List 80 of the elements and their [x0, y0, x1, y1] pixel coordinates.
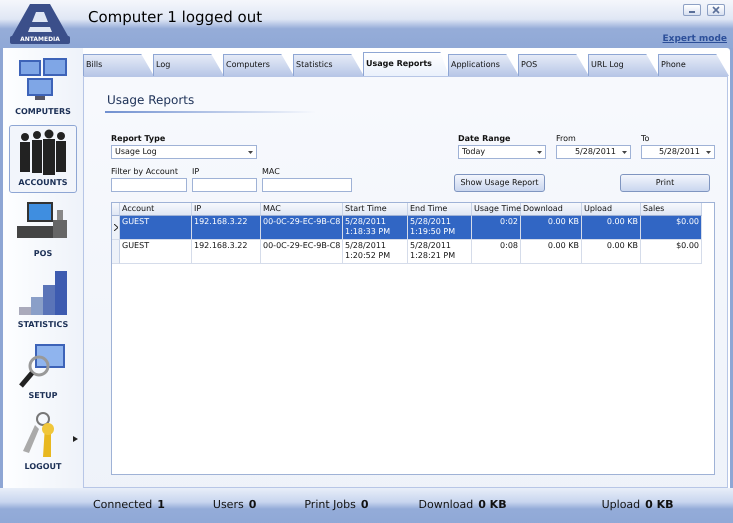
tab[interactable]: Computers: [223, 54, 294, 76]
field-label: Report Type: [111, 133, 166, 145]
table-cell: 0.00 KB: [582, 240, 641, 264]
window-title: Computer 1 logged out: [88, 7, 262, 28]
status-value: 1: [157, 497, 165, 514]
to-dropdown[interactable]: 5/28/2011: [641, 145, 715, 159]
mac-filter-field[interactable]: [262, 178, 352, 192]
from-dropdown[interactable]: 5/28/2011: [556, 145, 631, 159]
table-cell: 0.00 KB: [521, 240, 582, 264]
table-cell: 5/28/2011 1:28:21 PM: [408, 240, 472, 264]
show-usage-report-button[interactable]: Show Usage Report: [454, 174, 545, 192]
table-cell: $0.00: [641, 216, 702, 240]
print-button[interactable]: Print: [620, 174, 710, 192]
field-label: Filter by Account: [111, 166, 180, 178]
table-cell: GUEST: [120, 240, 192, 264]
table-cell: 5/28/2011 1:18:33 PM: [343, 216, 408, 240]
account-filter-field[interactable]: [111, 178, 187, 192]
minimize-button[interactable]: [683, 4, 701, 16]
table-cell: $0.00: [641, 240, 702, 264]
table-cell: 5/28/2011 1:19:50 PM: [408, 216, 472, 240]
tab[interactable]: Phone: [658, 54, 729, 76]
tab[interactable]: URL Log: [588, 54, 659, 76]
status-value: 0: [248, 497, 256, 514]
field-label: Date Range: [458, 133, 512, 145]
column-header: Download: [521, 203, 582, 216]
caret-icon: [537, 150, 542, 154]
page-title: Usage Reports: [105, 91, 315, 113]
tab[interactable]: Log: [153, 54, 224, 76]
corner-header: [112, 203, 120, 216]
sidebar-item[interactable]: COMPUTERS: [9, 54, 77, 122]
table-cell: 00-0C-29-EC-9B-C8: [261, 216, 343, 240]
sidebar-item[interactable]: POS: [9, 196, 77, 264]
column-header: Usage Time: [472, 203, 521, 216]
close-button[interactable]: [707, 4, 725, 16]
column-header: End Time: [408, 203, 472, 216]
field-label: MAC: [262, 166, 281, 178]
arrow-icon: [73, 436, 78, 442]
field-label: IP: [192, 166, 200, 178]
status-value: 0: [360, 497, 369, 514]
ip-filter-field[interactable]: [192, 178, 257, 192]
tab[interactable]: Bills: [83, 54, 154, 76]
row-header[interactable]: [112, 216, 120, 240]
caret-icon: [248, 150, 253, 154]
table-cell: 00-0C-29-EC-9B-C8: [261, 240, 343, 264]
table-cell: 0.00 KB: [582, 216, 641, 240]
status-label: Print Jobs: [304, 497, 356, 514]
tab[interactable]: Applications: [448, 54, 519, 76]
sidebar-item[interactable]: ACCOUNTS: [9, 125, 77, 193]
status-value: 0 KB: [478, 497, 507, 514]
date-range-dropdown[interactable]: Today: [458, 145, 546, 159]
caret-icon: [706, 150, 711, 154]
column-header: IP: [192, 203, 261, 216]
table-cell: 0:02: [472, 216, 521, 240]
status-label: Connected: [93, 497, 152, 514]
status-label: Users: [212, 497, 244, 514]
table-cell: 192.168.3.22: [192, 216, 261, 240]
table-cell: 5/28/2011 1:20:52 PM: [343, 240, 408, 264]
tab[interactable]: Usage Reports: [363, 52, 449, 76]
status-label: Download: [418, 497, 474, 514]
tab[interactable]: POS: [518, 54, 589, 76]
report-type-dropdown[interactable]: Usage Log: [111, 145, 257, 159]
column-header: Account: [120, 203, 192, 216]
column-header: MAC: [261, 203, 343, 216]
column-header: Sales: [641, 203, 702, 216]
sidebar-item[interactable]: SETUP: [9, 338, 77, 406]
table-cell: 0.00 KB: [521, 216, 582, 240]
table-cell: 192.168.3.22: [192, 240, 261, 264]
tab[interactable]: Statistics: [293, 54, 364, 76]
sidebar-item[interactable]: LOGOUT: [9, 409, 77, 477]
column-header: Upload: [582, 203, 641, 216]
status-label: Upload: [602, 497, 640, 514]
status-value: 0 KB: [645, 497, 674, 514]
close-icon: [712, 6, 720, 14]
table-cell: GUEST: [120, 216, 192, 240]
table-cell: 0:08: [472, 240, 521, 264]
caret-icon: [622, 150, 627, 154]
field-label: To: [641, 133, 650, 145]
column-header: Start Time: [343, 203, 408, 216]
field-label: From: [556, 133, 577, 145]
sidebar-item[interactable]: STATISTICS: [9, 267, 77, 335]
